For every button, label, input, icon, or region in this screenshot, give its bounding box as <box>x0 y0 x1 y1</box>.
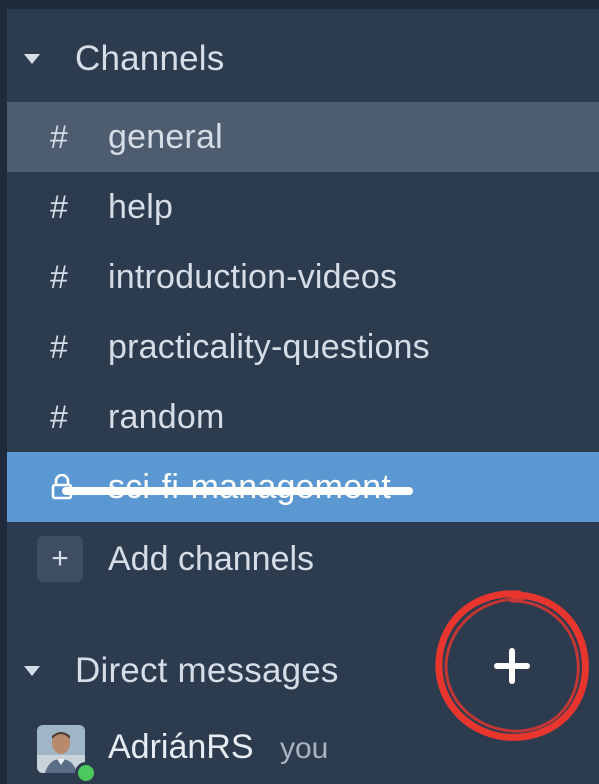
strikethrough-mark <box>62 487 413 495</box>
caret-down-icon <box>24 666 40 676</box>
channel-item-practicality-questions[interactable]: # practicality-questions <box>7 312 599 382</box>
caret-down-icon <box>24 54 40 64</box>
hash-icon: # <box>50 258 68 295</box>
direct-messages-section-title: Direct messages <box>75 651 339 690</box>
channel-name: random <box>108 397 225 436</box>
hash-icon: # <box>50 398 68 435</box>
channel-name: practicality-questions <box>108 327 430 366</box>
dm-you-label: you <box>280 732 329 765</box>
channel-name: introduction-videos <box>108 257 398 296</box>
online-status-icon <box>75 762 97 784</box>
plus-icon <box>494 648 530 684</box>
channel-item-random[interactable]: # random <box>7 382 599 452</box>
add-icon: + <box>37 536 83 582</box>
hash-icon: # <box>50 118 68 155</box>
channel-item-general[interactable]: # general <box>7 102 599 172</box>
channel-item-introduction-videos[interactable]: # introduction-videos <box>7 242 599 312</box>
channels-section-title: Channels <box>75 39 225 78</box>
add-channels-label: Add channels <box>108 539 315 578</box>
channel-name: general <box>108 117 223 156</box>
dm-user-name: AdriánRS <box>108 728 254 766</box>
add-direct-message-button[interactable] <box>427 581 597 751</box>
channel-item-sci-fi-management[interactable]: sci-fi-management <box>7 452 599 522</box>
hash-icon: # <box>50 328 68 365</box>
channel-item-help[interactable]: # help <box>7 172 599 242</box>
hash-icon: # <box>50 188 68 225</box>
channels-section-toggle[interactable]: Channels <box>7 24 599 94</box>
channel-name: help <box>108 187 174 226</box>
